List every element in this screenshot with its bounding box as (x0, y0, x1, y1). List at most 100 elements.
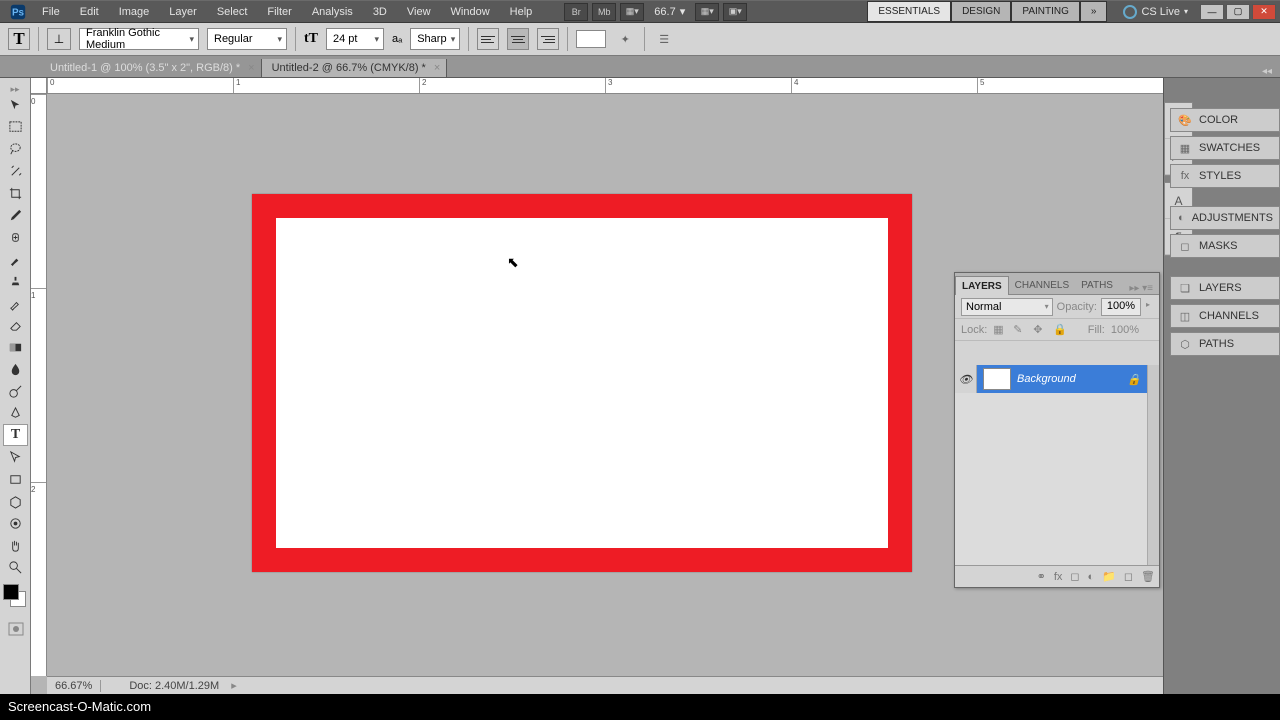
eyedropper-tool[interactable] (3, 204, 28, 226)
menu-image[interactable]: Image (109, 3, 160, 21)
text-orientation-button[interactable]: ⊥ (47, 28, 71, 50)
lock-all-icon[interactable]: 🔒 (1053, 323, 1067, 337)
clone-stamp-tool[interactable] (3, 270, 28, 292)
arrange-docs-icon[interactable]: ▦▾ (695, 3, 719, 21)
menu-window[interactable]: Window (441, 3, 500, 21)
lock-transparency-icon[interactable]: ▦ (993, 323, 1007, 337)
path-selection-tool[interactable] (3, 446, 28, 468)
close-tab-icon[interactable]: × (434, 62, 440, 74)
panel-masks[interactable]: ◻MASKS (1170, 234, 1280, 258)
move-tool[interactable] (3, 94, 28, 116)
rectangle-tool[interactable] (3, 468, 28, 490)
text-color-swatch[interactable] (576, 30, 606, 48)
menu-view[interactable]: View (397, 3, 441, 21)
character-panel-button[interactable]: ☰ (653, 28, 675, 50)
font-style-dropdown[interactable]: Regular (207, 28, 287, 50)
font-size-dropdown[interactable]: 24 pt (326, 28, 384, 50)
pen-tool[interactable] (3, 402, 28, 424)
ruler-origin[interactable] (31, 78, 47, 94)
hand-tool[interactable] (3, 534, 28, 556)
minimize-button[interactable]: — (1200, 4, 1224, 20)
font-family-dropdown[interactable]: Franklin Gothic Medium (79, 28, 199, 50)
type-tool[interactable]: T (3, 424, 28, 446)
adjustment-layer-icon[interactable]: ◐ (1088, 571, 1095, 583)
opacity-input[interactable]: 100% (1101, 298, 1141, 316)
gradient-tool[interactable] (3, 336, 28, 358)
cs-live-button[interactable]: CS Live▾ (1117, 3, 1194, 21)
menu-3d[interactable]: 3D (363, 3, 397, 21)
panel-adjustments[interactable]: ◐ADJUSTMENTS (1170, 206, 1280, 230)
crop-tool[interactable] (3, 182, 28, 204)
layers-tab[interactable]: LAYERS (955, 276, 1009, 295)
document-tab-1[interactable]: Untitled-1 @ 100% (3.5" x 2", RGB/8) *× (40, 59, 262, 77)
layers-scrollbar[interactable] (1147, 365, 1159, 565)
workspace-more[interactable]: » (1080, 1, 1108, 22)
status-doc-info[interactable]: Doc: 2.40M/1.29M (121, 680, 227, 692)
collapse-panels-icon[interactable]: ◂◂ (1254, 66, 1280, 77)
vertical-ruler[interactable]: 012 (31, 94, 47, 676)
close-tab-icon[interactable]: × (248, 62, 254, 74)
document-tab-2[interactable]: Untitled-2 @ 66.7% (CMYK/8) *× (262, 59, 448, 77)
brush-tool[interactable] (3, 248, 28, 270)
antialias-dropdown[interactable]: Sharp (410, 28, 460, 50)
warp-text-button[interactable]: ✦ (614, 28, 636, 50)
layer-row[interactable]: 👁 Background 🔒 (955, 365, 1147, 393)
paths-tab[interactable]: PATHS (1075, 276, 1119, 294)
eraser-tool[interactable] (3, 314, 28, 336)
foreground-color-swatch[interactable] (3, 584, 19, 600)
layer-style-icon[interactable]: fx (1054, 571, 1063, 583)
workspace-painting[interactable]: PAINTING (1011, 1, 1079, 22)
panel-channels[interactable]: ◫CHANNELS (1170, 304, 1280, 328)
lasso-tool[interactable] (3, 138, 28, 160)
menu-edit[interactable]: Edit (70, 3, 109, 21)
layer-name[interactable]: Background (1017, 373, 1076, 385)
workspace-design[interactable]: DESIGN (951, 1, 1011, 22)
blend-mode-dropdown[interactable]: Normal (961, 298, 1053, 316)
view-extras-icon[interactable]: ▦▾ (620, 3, 644, 21)
workspace-essentials[interactable]: ESSENTIALS (867, 1, 951, 22)
zoom-level[interactable]: 66.7▾ (654, 5, 685, 18)
align-left-button[interactable] (477, 28, 499, 50)
3d-camera-tool[interactable] (3, 512, 28, 534)
minibridge-icon[interactable]: Mb (592, 3, 616, 21)
panel-menu-icon[interactable]: ▸▸ ▾≡ (1123, 283, 1159, 294)
healing-brush-tool[interactable] (3, 226, 28, 248)
horizontal-ruler[interactable]: 012345 (47, 78, 1163, 94)
layer-group-icon[interactable]: 📁 (1102, 570, 1116, 583)
menu-filter[interactable]: Filter (257, 3, 301, 21)
3d-tool[interactable] (3, 490, 28, 512)
lock-position-icon[interactable]: ✥ (1033, 323, 1047, 337)
maximize-button[interactable]: ▢ (1226, 4, 1250, 20)
zoom-tool[interactable] (3, 556, 28, 578)
menu-help[interactable]: Help (500, 3, 543, 21)
quick-mask-button[interactable] (3, 618, 28, 640)
close-button[interactable]: ✕ (1252, 4, 1276, 20)
menu-file[interactable]: File (32, 3, 70, 21)
blur-tool[interactable] (3, 358, 28, 380)
panel-swatches[interactable]: ▦SWATCHES (1170, 136, 1280, 160)
color-swatches[interactable] (3, 584, 27, 612)
lock-image-icon[interactable]: ✎ (1013, 323, 1027, 337)
panel-layers[interactable]: ❏LAYERS (1170, 276, 1280, 300)
fill-input[interactable]: 100% (1111, 324, 1139, 336)
history-brush-tool[interactable] (3, 292, 28, 314)
align-right-button[interactable] (537, 28, 559, 50)
layer-thumbnail[interactable] (983, 368, 1011, 390)
channels-tab[interactable]: CHANNELS (1009, 276, 1075, 294)
panel-color[interactable]: 🎨COLOR (1170, 108, 1280, 132)
toolbar-collapse-icon[interactable]: ▸▸ (0, 84, 30, 94)
magic-wand-tool[interactable] (3, 160, 28, 182)
layer-mask-icon[interactable]: ◻ (1070, 570, 1079, 583)
menu-layer[interactable]: Layer (159, 3, 207, 21)
panel-paths[interactable]: ⬡PATHS (1170, 332, 1280, 356)
status-zoom[interactable]: 66.67% (47, 680, 101, 692)
bridge-icon[interactable]: Br (564, 3, 588, 21)
dodge-tool[interactable] (3, 380, 28, 402)
marquee-tool[interactable] (3, 116, 28, 138)
align-center-button[interactable] (507, 28, 529, 50)
menu-select[interactable]: Select (207, 3, 258, 21)
panel-styles[interactable]: fxSTYLES (1170, 164, 1280, 188)
visibility-toggle-icon[interactable]: 👁 (955, 365, 977, 393)
menu-analysis[interactable]: Analysis (302, 3, 363, 21)
delete-layer-icon[interactable]: 🗑 (1141, 570, 1155, 583)
